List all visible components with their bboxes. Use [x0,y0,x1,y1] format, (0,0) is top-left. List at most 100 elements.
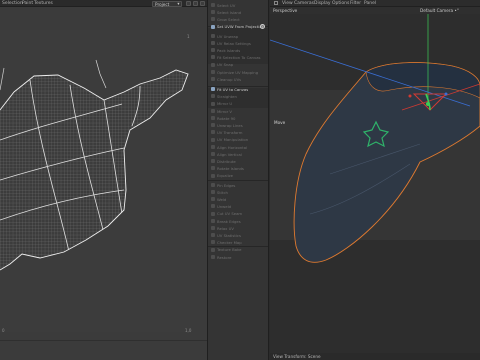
gear-icon[interactable]: ⚙ [260,24,265,30]
menu-paint[interactable]: Paint [22,1,33,6]
menu-display[interactable]: Display [314,1,331,6]
tool-item[interactable]: Fit Selection To Canvas [210,54,266,61]
tool-icon [211,197,215,202]
tool-item[interactable]: Unwrap Lines [210,122,266,129]
tool-item[interactable]: Rotate Islands [210,165,266,172]
menu-view[interactable]: View [282,1,293,6]
menu-selection[interactable]: Selection [2,1,23,6]
grid-toggle-button[interactable] [193,1,198,6]
uv-coord-top-right: 1 [187,34,190,39]
tool-item[interactable]: Weld [210,196,266,203]
tool-item[interactable]: Pack Islands [210,47,266,54]
tool-item[interactable]: Relax UV [210,225,266,232]
tool-label: Fit UV to Canvas [217,86,249,92]
tool-item[interactable]: Stitch [210,189,266,196]
menu-cameras[interactable]: Cameras [294,1,314,6]
tool-item[interactable]: UV Relax Settings [210,40,266,47]
tool-item[interactable]: UV Unwrap [210,33,266,40]
tool-icon [211,144,215,149]
tool-item[interactable]: Select Island [210,9,266,16]
tool-item[interactable]: Unweld [210,203,266,210]
tool-icon [211,247,215,252]
uv-tool-strip: Select UV Select Island Grow Select Set UVW… [207,0,269,360]
tool-icon [211,33,215,38]
tool-label: Cut UV Seam [217,211,243,217]
tool-item[interactable]: Checker Map [210,239,266,246]
tool-icon [211,218,215,223]
chevron-down-icon: ▾ [177,1,180,6]
tool-icon [211,17,215,22]
projection-dropdown[interactable]: Project ▾ [152,0,182,7]
tool-icon [211,41,215,45]
uv-editor-panel: Selection Paint Textures Project ▾ 1 0 1… [0,0,207,360]
tool-item[interactable]: UV Statistics [210,232,266,239]
tool-icon [211,166,215,171]
tool-label: Stitch [217,189,228,195]
frame-uvs-button[interactable] [186,1,191,6]
tool-label: Set UVW From Projection [217,24,265,30]
tool-label: Relax UV [217,225,235,231]
tool-item[interactable]: Grow Select [210,16,266,23]
tool-label: Weld [217,196,227,202]
view-menu[interactable] [274,1,278,7]
tool-icon [211,173,215,178]
viewport-menubar: View Cameras Display Options Filter Pane… [270,0,480,7]
tool-item[interactable]: Fit UV to Canvas [210,86,266,93]
view-transform-label: View Transform: Scene [273,354,321,359]
tool-icon [211,123,215,128]
tool-item[interactable]: Set UVW From Projection ⚙ [210,24,266,31]
tool-icon [211,211,215,216]
tool-item[interactable]: UV Manipulation [210,137,266,144]
camera-label[interactable]: Default Camera •° [420,8,459,13]
menu-panel[interactable]: Panel [364,1,376,6]
uv-coord-bottom-left: 0 [2,328,5,333]
tool-item[interactable]: Mirror U [210,101,266,108]
tool-label: UV Manipulation [217,137,249,143]
tool-item[interactable]: Align Horizontal [210,144,266,151]
tool-item[interactable]: Optimize UV Mapping [210,69,266,76]
tool-item[interactable]: Cut UV Seam [210,211,266,218]
tool-item[interactable]: Distribute [210,158,266,165]
viewport-panel: View Cameras Display Options Filter Pane… [270,0,480,360]
viewport-scene[interactable] [270,14,480,353]
tool-icon [211,101,215,106]
tool-item[interactable]: Restore [210,254,266,261]
tool-icon [211,94,215,99]
uv-coord-bottom-right: 1,0 [185,328,192,333]
tool-item[interactable]: Select UV [210,2,266,9]
tool-icon [211,240,215,245]
tool-label: UV Statistics [217,232,241,238]
tool-label: Checker Map [217,240,242,246]
uv-canvas[interactable] [0,30,190,332]
tool-item[interactable]: Texture Bake [210,247,266,254]
tool-label: Select Island [217,9,242,15]
tool-item[interactable]: UV Transform [210,129,266,136]
tool-item[interactable]: Pin Edges [210,182,266,189]
tool-label: Distribute [217,158,236,164]
tool-item[interactable]: Rotate 90 [210,115,266,122]
menu-filter[interactable]: Filter [350,1,361,6]
tool-icon [211,204,215,209]
perspective-label[interactable]: Perspective [273,8,297,13]
menu-options[interactable]: Options [332,1,349,6]
tool-item[interactable]: Break Edges [210,218,266,225]
tool-icon [211,254,215,259]
projection-dropdown-value: Project [155,1,170,7]
uv-mesh-islands[interactable] [0,30,190,332]
tool-item[interactable]: Equalize [210,173,266,180]
menu-textures[interactable]: Textures [34,1,53,6]
tool-item[interactable]: Cleanup UVs [210,76,266,83]
tool-item[interactable]: Straighten [210,93,266,100]
tool-label: Rotate 90 [217,115,236,121]
tool-label: Restore [217,254,232,260]
tool-item[interactable]: UV Snap [210,62,266,69]
tool-label: Break Edges [217,218,241,224]
tool-icon [211,159,215,164]
settings-button[interactable] [200,1,205,6]
tab-views-icon [274,1,278,5]
tool-icon [211,152,215,156]
tool-icon [211,10,215,15]
tool-item[interactable]: Mirror V [210,108,266,115]
tool-item[interactable]: Align Vertical [210,151,266,158]
tool-label: Mirror V [217,108,232,114]
